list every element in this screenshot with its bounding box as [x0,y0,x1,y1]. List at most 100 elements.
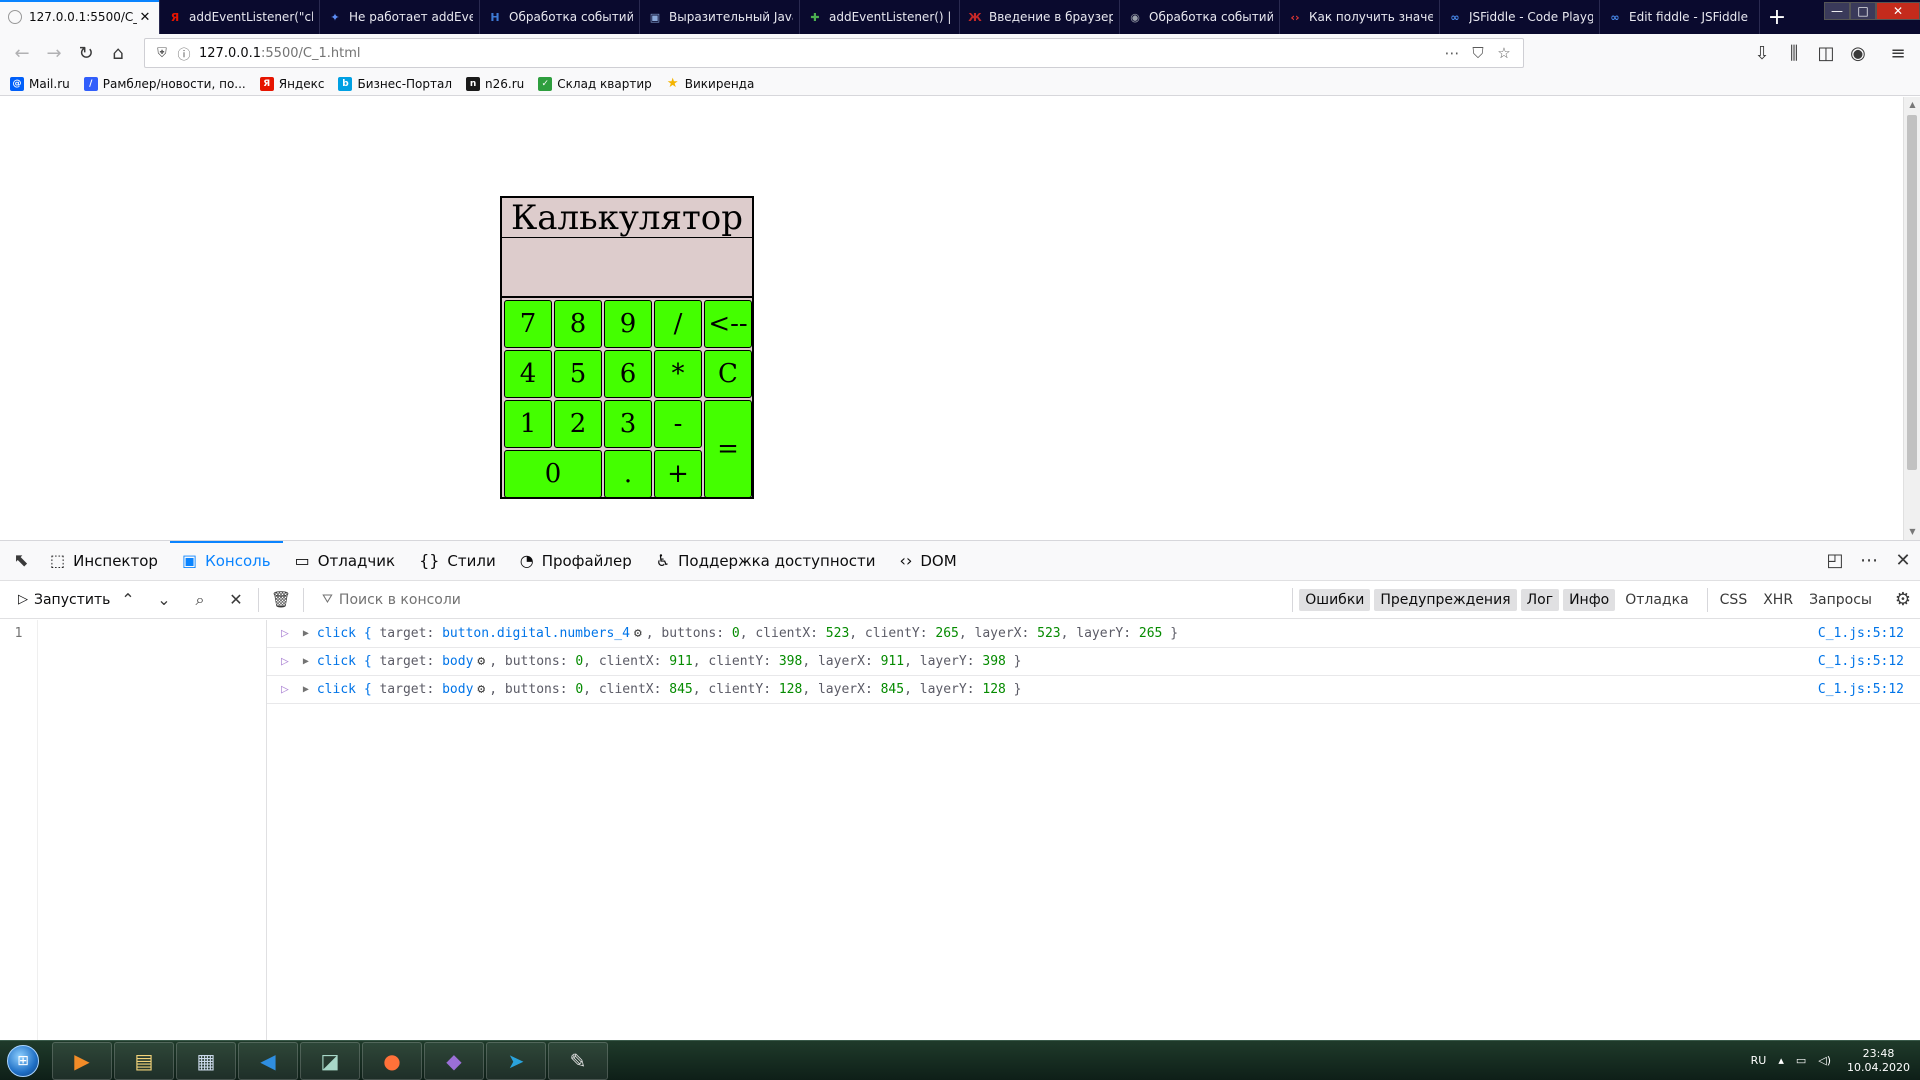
pocket-icon[interactable]: ⛉ [1465,44,1491,62]
bookmark-item[interactable]: ★ Викиренда [666,76,754,91]
log-level-toggle[interactable]: Инфо [1563,588,1616,611]
media-player-icon[interactable]: ▶ [52,1041,112,1080]
browser-tab[interactable]: ◉ Обработка событий [1120,0,1280,34]
key-5[interactable]: 5 [554,350,602,398]
menu-icon[interactable]: ≡ [1882,38,1914,68]
key-backspace[interactable]: <-- [704,300,752,348]
browser-tab[interactable]: ▣ Выразительный Java [640,0,800,34]
notepad-icon[interactable]: ◪ [300,1041,360,1080]
minimize-icon[interactable]: — [1824,2,1850,20]
element-picker-icon[interactable]: ⬉ [4,550,38,571]
node-inspect-icon[interactable]: ⚙ [477,654,485,669]
window-close-icon[interactable]: ✕ [1876,2,1920,20]
expand-arrow-icon[interactable]: ▶ [303,656,309,667]
browser-tab[interactable]: ∞ JSFiddle - Code Playg [1440,0,1600,34]
key-equals[interactable]: = [704,400,752,498]
bookmark-item[interactable]: @ Mail.ru [10,76,70,91]
browser-tab[interactable]: ∞ Edit fiddle - JSFiddle [1600,0,1760,34]
log-level-toggle[interactable]: Ошибки [1299,588,1371,611]
trash-icon[interactable]: 🗑 [263,590,299,609]
account-icon[interactable]: ◉ [1842,38,1874,68]
browser-tab[interactable]: H Обработка событий [480,0,640,34]
scroll-down-icon[interactable]: ▼ [1904,524,1920,540]
bookmark-item[interactable]: n n26.ru [466,76,524,91]
log-level-toggle[interactable]: Отладка [1619,589,1694,611]
key-6[interactable]: 6 [604,350,652,398]
telegram-icon[interactable]: ➤ [486,1041,546,1080]
request-type-toggle[interactable]: CSS [1714,589,1754,611]
log-level-toggle[interactable]: Лог [1520,588,1560,611]
key-divide[interactable]: / [654,300,702,348]
key-clear[interactable]: C [704,350,752,398]
vscode-icon[interactable]: ◀ [238,1041,298,1080]
downloads-icon[interactable]: ⇩ [1746,38,1778,68]
console-editor[interactable]: 1 [0,620,267,1041]
reload-icon[interactable]: ↻ [70,38,102,68]
devtools-tab[interactable]: ♿ Поддержка доступности [644,541,888,581]
url-text[interactable]: 127.0.0.1:5500/C_1.html [195,46,1439,61]
start-button[interactable]: ⊞ [0,1041,46,1080]
page-scrollbar[interactable]: ▲ ▼ [1903,97,1920,540]
source-link[interactable]: C_1.js:5:12 [1818,682,1920,697]
console-message[interactable]: ▷ ▶ click { target: button.digital.numbers… [267,620,1920,648]
console-filter-input[interactable]: ⛛ Поиск в консоли [308,592,1288,608]
devtools-close-icon[interactable]: ✕ [1886,550,1920,571]
key-1[interactable]: 1 [504,400,552,448]
clock[interactable]: 23:48 10.04.2020 [1847,1047,1910,1075]
key-4[interactable]: 4 [504,350,552,398]
devtools-tab[interactable]: ‹› DOM [888,541,969,581]
sidebar-icon[interactable]: ◫ [1810,38,1842,68]
reverse-search-icon[interactable]: ⌕ [182,590,218,610]
devtools-tab[interactable]: {} Стили [407,541,508,581]
bookmark-star-icon[interactable]: ☆ [1491,44,1517,62]
key-9[interactable]: 9 [604,300,652,348]
key-decimal[interactable]: . [604,450,652,498]
console-message[interactable]: ▷ ▶ click { target: body ⚙, buttons: 0, cli… [267,676,1920,704]
library-icon[interactable]: ⫼ [1778,38,1810,68]
home-icon[interactable]: ⌂ [102,38,134,68]
source-link[interactable]: C_1.js:5:12 [1818,654,1920,669]
bookmark-item[interactable]: ✓ Склад квартир [538,76,652,91]
visual-studio-icon[interactable]: ◆ [424,1041,484,1080]
tray-expand-icon[interactable]: ▴ [1778,1054,1784,1067]
browser-tab[interactable]: ✦ Не работает addEven [320,0,480,34]
maximize-icon[interactable]: □ [1850,2,1876,20]
tab-close-icon[interactable]: ✕ [137,10,153,25]
back-icon[interactable]: ← [6,38,38,68]
clear-editor-icon[interactable]: ✕ [218,590,254,609]
browser-tab[interactable]: ✚ addEventListener() | Ja [800,0,960,34]
key-3[interactable]: 3 [604,400,652,448]
key-2[interactable]: 2 [554,400,602,448]
expand-arrow-icon[interactable]: ▶ [303,684,309,695]
console-message[interactable]: ▷ ▶ click { target: body ⚙, buttons: 0, cli… [267,648,1920,676]
key-8[interactable]: 8 [554,300,602,348]
file-explorer-icon[interactable]: ▤ [114,1041,174,1080]
language-indicator[interactable]: RU [1751,1054,1767,1067]
key-multiply[interactable]: * [654,350,702,398]
key-7[interactable]: 7 [504,300,552,348]
request-type-toggle[interactable]: Запросы [1803,589,1878,611]
devtools-tab[interactable]: ▭ Отладчик [283,541,408,581]
key-minus[interactable]: - [654,400,702,448]
bookmark-item[interactable]: / Рамблер/новости, по... [83,76,246,91]
devtools-tab[interactable]: ▣ Консоль [169,540,283,581]
site-info-icon[interactable]: ⓘ [173,44,195,63]
expand-arrow-icon[interactable]: ▶ [303,628,309,639]
console-settings-icon[interactable]: ⚙ [1886,589,1920,610]
url-bar[interactable]: ⛨ ⓘ 127.0.0.1:5500/C_1.html ⋯ ⛉ ☆ [144,38,1524,68]
run-button[interactable]: ▷ Запустить [0,592,110,608]
paint-icon[interactable]: ✎ [548,1041,608,1080]
key-0[interactable]: 0 [504,450,602,498]
page-actions-icon[interactable]: ⋯ [1439,44,1465,62]
node-inspect-icon[interactable]: ⚙ [634,626,642,641]
browser-tab[interactable]: 127.0.0.1:5500/C_1.htm✕ [0,0,160,34]
forward-icon[interactable]: → [38,38,70,68]
devtools-tab[interactable]: ⬚ Инспектор [38,541,170,581]
new-tab-button[interactable]: + [1760,0,1794,34]
calculator-app-icon[interactable]: ▦ [176,1041,236,1080]
browser-tab[interactable]: ‹› Как получить значен [1280,0,1440,34]
scrollbar-thumb[interactable] [1907,115,1917,470]
more-options-icon[interactable]: ⋯ [1852,550,1886,571]
devtools-tab[interactable]: ◔ Профайлер [508,541,644,581]
browser-tab[interactable]: ЯaddEventListener("clic [160,0,320,34]
